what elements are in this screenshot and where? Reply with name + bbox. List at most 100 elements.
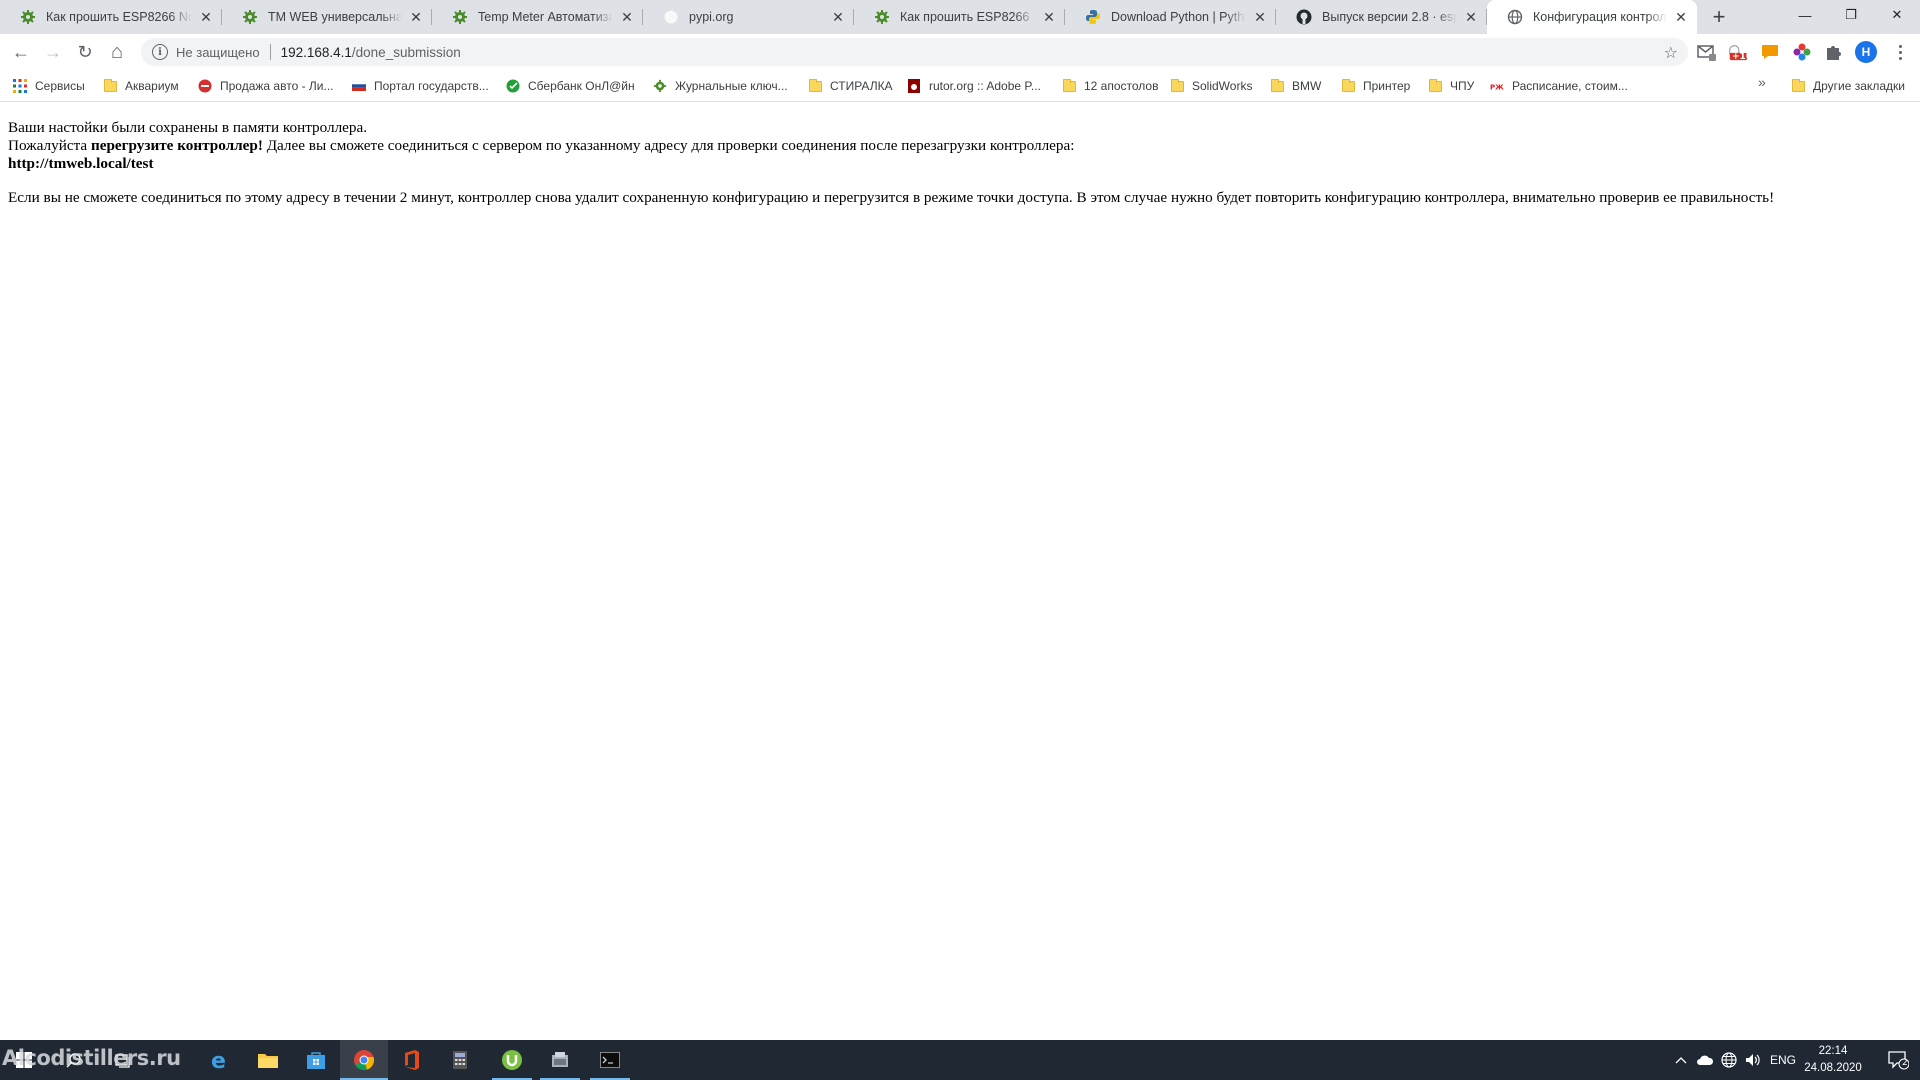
bookmark-link[interactable]: Журнальные ключ...: [653, 77, 788, 95]
action-center-notification-icon[interactable]: 2: [1876, 1040, 1920, 1080]
blank-page-icon: [663, 9, 679, 25]
bookmark-link[interactable]: РЖД Расписание, стоим...: [1490, 77, 1628, 95]
bookmarks-overflow-button[interactable]: »: [1758, 74, 1766, 90]
tab-title: Как прошить ESP8266 NodeMCU: [46, 10, 192, 24]
tab-title: TM WEB универсальная WiFi: [268, 10, 402, 24]
tab-7[interactable]: Выпуск версии 2.8 · espressif ✕: [1276, 0, 1487, 34]
saved-message: Ваши настойки были сохранены в памяти ко…: [8, 119, 368, 136]
folder-icon: [808, 78, 822, 93]
gear-green-icon: [452, 9, 468, 25]
folder-icon: [1341, 78, 1355, 93]
bookmark-star-icon[interactable]: ☆: [1664, 43, 1678, 63]
mail-checker-icon[interactable]: [1697, 42, 1717, 62]
reboot-instruction: Пожалуйста перегрузите контроллер! Далее…: [8, 137, 1075, 154]
notification-count: 2: [1902, 1058, 1908, 1068]
terminal-icon[interactable]: [586, 1040, 634, 1080]
colorful-extension-icon[interactable]: [1792, 42, 1812, 62]
tab-close-icon[interactable]: ✕: [198, 9, 214, 25]
watermark-text: Alcodistillers.ru: [2, 1046, 181, 1070]
chrome-menu-icon[interactable]: [1892, 40, 1908, 64]
chat-bubble-icon[interactable]: [1760, 42, 1780, 62]
system-clock[interactable]: 22:14 24.08.2020: [1800, 1043, 1866, 1077]
rutor-icon: [907, 79, 921, 93]
new-tab-button[interactable]: +: [1705, 4, 1733, 29]
file-explorer-icon[interactable]: [244, 1040, 292, 1080]
folder-icon: [1170, 78, 1184, 93]
github-icon: [1296, 9, 1312, 25]
gear-green-icon: [242, 9, 258, 25]
tab-1[interactable]: Как прошить ESP8266 NodeMCU ✕: [0, 0, 222, 34]
calculator-icon[interactable]: [436, 1040, 484, 1080]
back-button[interactable]: ←: [7, 38, 35, 66]
bookmark-folder[interactable]: Принтер: [1341, 77, 1410, 95]
notifications-extension-icon[interactable]: +16: [1727, 42, 1752, 62]
bookmark-link[interactable]: rutor.org :: Adobe P...: [907, 77, 1041, 95]
bookmark-folder[interactable]: 12 апостолов: [1062, 77, 1158, 95]
bookmark-folder[interactable]: Аквариум: [103, 77, 179, 95]
folder-icon: [1062, 78, 1076, 93]
bookmark-folder[interactable]: SolidWorks: [1170, 77, 1252, 95]
store-icon[interactable]: [292, 1040, 340, 1080]
input-language-indicator[interactable]: ENG: [1766, 1040, 1800, 1080]
tab-5[interactable]: Как прошить ESP8266 NodeMCU ✕: [854, 0, 1065, 34]
url-path[interactable]: /done_submission: [352, 45, 461, 60]
bookmark-link[interactable]: Сбербанк ОнЛ@йн: [506, 77, 635, 95]
apps-grid-icon: [13, 79, 27, 93]
tab-8-active[interactable]: Конфигурация контроллера ✕: [1487, 0, 1697, 34]
sberbank-icon: [506, 79, 520, 93]
network-globe-icon[interactable]: [1718, 1040, 1740, 1080]
tab-close-icon[interactable]: ✕: [408, 9, 424, 25]
tab-close-icon[interactable]: ✕: [1463, 9, 1479, 25]
test-url: http://tmweb.local/test: [8, 155, 154, 172]
tab-close-icon[interactable]: ✕: [830, 9, 846, 25]
tab-close-icon[interactable]: ✕: [619, 9, 635, 25]
tab-title: Как прошить ESP8266 NodeMCU: [900, 10, 1035, 24]
tab-close-icon[interactable]: ✕: [1252, 9, 1268, 25]
chrome-taskbar-icon[interactable]: [340, 1040, 388, 1080]
tab-title: Выпуск версии 2.8 · espressif: [1322, 10, 1457, 24]
tab-3[interactable]: Temp Meter Автоматизация ✕: [432, 0, 643, 34]
tab-2[interactable]: TM WEB универсальная WiFi ✕: [222, 0, 432, 34]
gear-green-icon: [20, 9, 36, 25]
bookmark-folder[interactable]: ЧПУ: [1428, 77, 1474, 95]
tab-close-icon[interactable]: ✕: [1673, 9, 1689, 25]
gear-green-icon: [653, 79, 667, 93]
bookmark-apps[interactable]: Сервисы: [13, 77, 85, 95]
reload-button[interactable]: ↻: [71, 38, 99, 66]
office-icon[interactable]: [388, 1040, 436, 1080]
minimize-button[interactable]: —: [1782, 0, 1828, 30]
show-hidden-icons-chevron-up-icon[interactable]: [1670, 1040, 1692, 1080]
extensions-puzzle-icon[interactable]: [1824, 42, 1844, 62]
bookmark-folder[interactable]: СТИРАЛКА: [808, 77, 893, 95]
url-host[interactable]: 192.168.4.1: [281, 45, 352, 60]
restore-button[interactable]: ❐: [1828, 0, 1874, 30]
svg-text:e: e: [211, 1049, 226, 1071]
bookmark-folder[interactable]: BMW: [1270, 77, 1321, 95]
russia-flag-icon: [352, 79, 366, 93]
auto-site-icon: [198, 79, 212, 93]
app-window-icon[interactable]: [536, 1040, 584, 1080]
profile-avatar[interactable]: Н: [1855, 41, 1877, 63]
tab-close-icon[interactable]: ✕: [1041, 9, 1057, 25]
tab-6[interactable]: Download Python | Python.org ✕: [1065, 0, 1276, 34]
edge-icon[interactable]: e: [196, 1040, 244, 1080]
bookmark-link[interactable]: Портал государств...: [352, 77, 489, 95]
utorrent-icon[interactable]: [488, 1040, 536, 1080]
tab-strip: Как прошить ESP8266 NodeMCU ✕ TM WEB уни…: [0, 0, 1920, 34]
timeout-warning: Если вы не сможете соединиться по этому …: [8, 189, 1775, 206]
onedrive-cloud-icon[interactable]: [1694, 1040, 1716, 1080]
tab-4[interactable]: pypi.org ✕: [643, 0, 854, 34]
security-label[interactable]: Не защищено: [176, 45, 260, 60]
home-button[interactable]: ⌂: [103, 38, 131, 66]
info-icon[interactable]: i: [152, 44, 168, 60]
page-content: Ваши настойки были сохранены в памяти ко…: [0, 103, 1920, 1039]
svg-text:РЖД: РЖД: [1490, 84, 1504, 92]
close-window-button[interactable]: ✕: [1874, 0, 1920, 30]
tab-title: Конфигурация контроллера: [1533, 10, 1667, 24]
volume-speaker-icon[interactable]: [1742, 1040, 1764, 1080]
tab-title: Temp Meter Автоматизация: [478, 10, 613, 24]
bookmark-link[interactable]: Продажа авто - Ли...: [198, 77, 333, 95]
other-bookmarks[interactable]: Другие закладки: [1791, 77, 1905, 95]
address-bar[interactable]: i Не защищено 192.168.4.1/done_submissio…: [141, 38, 1688, 66]
forward-button[interactable]: →: [39, 38, 67, 66]
